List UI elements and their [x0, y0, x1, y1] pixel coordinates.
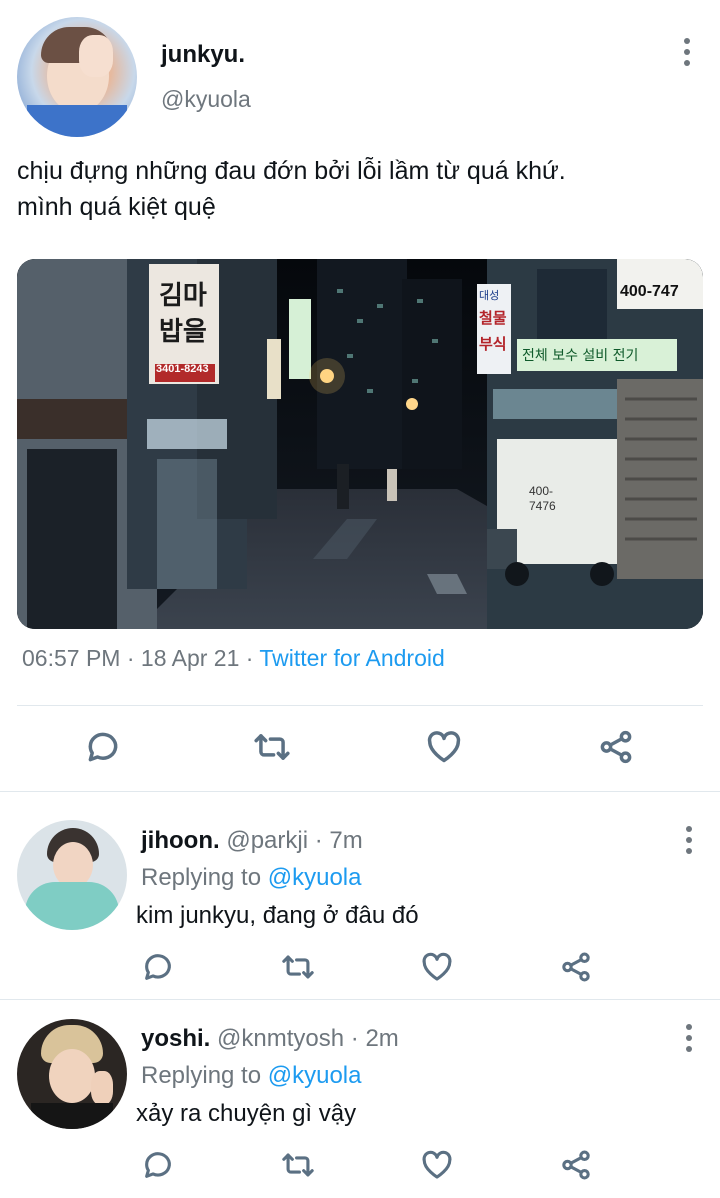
share-button[interactable]	[558, 950, 594, 984]
tweet-time: 06:57 PM	[22, 645, 121, 671]
street-photo	[17, 259, 703, 629]
replying-label: Replying to	[141, 1062, 262, 1089]
avatar-face	[49, 1049, 95, 1103]
meta-separator: ·	[239, 645, 260, 671]
reply-header: yoshi. @knmtyosh · 2m	[141, 1025, 399, 1053]
reply-time: 2m	[365, 1025, 399, 1052]
tweet-text-line1: chịu đựng những đau đớn bởi lỗi lầm từ q…	[17, 157, 566, 185]
reply-text: xảy ra chuyện gì vậy	[136, 1100, 357, 1127]
sign-text: 400-747	[620, 283, 679, 300]
sign-text: 김마	[159, 281, 207, 311]
replying-to-link[interactable]: @kyuola	[268, 1062, 362, 1089]
reply-divider	[0, 999, 720, 1000]
share-icon	[562, 952, 590, 982]
tweet-image[interactable]: 김마 밥을 3401-8243 대성 철물 부식 400-747 전체 보수 설…	[17, 259, 703, 629]
reply-icon	[145, 1152, 171, 1178]
avatar-hoodie	[25, 882, 119, 930]
meta-separator: ·	[344, 1025, 366, 1052]
tweet-meta: 06:57 PM · 18 Apr 21 · Twitter for Andro…	[22, 645, 445, 672]
sign-text: 400-	[529, 484, 554, 498]
reply-avatar[interactable]	[17, 1019, 127, 1129]
reply-avatar[interactable]	[17, 820, 127, 930]
share-button[interactable]	[596, 728, 636, 766]
like-icon	[422, 1150, 452, 1179]
tweet-source-link[interactable]: Twitter for Android	[259, 645, 444, 671]
avatar-shirt	[27, 105, 127, 137]
reply-icon	[88, 732, 118, 762]
avatar-hand	[79, 35, 113, 77]
reply-text: kim junkyu, đang ở đâu đó	[136, 902, 419, 929]
reply-time: 7m	[329, 827, 363, 854]
sign-text: 대성	[479, 289, 500, 302]
reply-button[interactable]	[84, 728, 122, 766]
section-divider	[0, 791, 720, 792]
replying-to-link[interactable]: @kyuola	[268, 864, 362, 891]
tweet-text-line2: mình quá kiệt quệ	[17, 193, 216, 221]
like-icon	[427, 731, 461, 763]
reply-display-name[interactable]: jihoon.	[141, 827, 220, 854]
retweet-button[interactable]	[280, 950, 316, 984]
like-icon	[422, 952, 452, 981]
like-button[interactable]	[420, 1148, 454, 1182]
replying-to-line: Replying to @kyuola	[141, 1062, 362, 1090]
avatar-shirt	[31, 1103, 113, 1129]
meta-separator: ·	[308, 827, 330, 854]
tweet-divider	[17, 705, 703, 706]
reply-more-icon[interactable]	[685, 826, 693, 854]
tweet-avatar[interactable]	[17, 17, 137, 137]
retweet-button[interactable]	[280, 1148, 316, 1182]
retweet-icon	[282, 1153, 314, 1177]
share-icon	[600, 730, 632, 764]
sign-text: 부식	[479, 335, 507, 353]
reply-button[interactable]	[141, 950, 175, 984]
reply-icon	[145, 954, 171, 980]
replying-to-line: Replying to @kyuola	[141, 864, 362, 892]
sign-text: 밥을	[159, 317, 207, 347]
sign-text: 3401-8243	[156, 363, 209, 375]
reply-handle[interactable]: @parkji	[226, 827, 308, 854]
tweet-handle[interactable]: @kyuola	[161, 86, 251, 113]
reply-button[interactable]	[141, 1148, 175, 1182]
avatar-hand	[91, 1071, 113, 1105]
reply-display-name[interactable]: yoshi.	[141, 1025, 210, 1052]
meta-separator: ·	[120, 645, 141, 671]
reply-header: jihoon. @parkji · 7m	[141, 827, 363, 855]
like-button[interactable]	[425, 728, 463, 766]
sign-text: 전체 보수 설비 전기	[522, 348, 639, 364]
reply-more-icon[interactable]	[685, 1024, 693, 1052]
reply-handle[interactable]: @knmtyosh	[217, 1025, 344, 1052]
share-button[interactable]	[558, 1148, 594, 1182]
share-icon	[562, 1150, 590, 1180]
tweet-display-name[interactable]: junkyu.	[161, 41, 245, 69]
retweet-icon	[254, 734, 290, 760]
replying-label: Replying to	[141, 864, 262, 891]
tweet-date: 18 Apr 21	[140, 645, 240, 671]
tweet-more-icon[interactable]	[683, 38, 691, 66]
sign-text: 철물	[479, 309, 507, 327]
sign-text: 7476	[529, 499, 556, 513]
like-button[interactable]	[420, 950, 454, 984]
retweet-icon	[282, 955, 314, 979]
retweet-button[interactable]	[252, 728, 292, 766]
